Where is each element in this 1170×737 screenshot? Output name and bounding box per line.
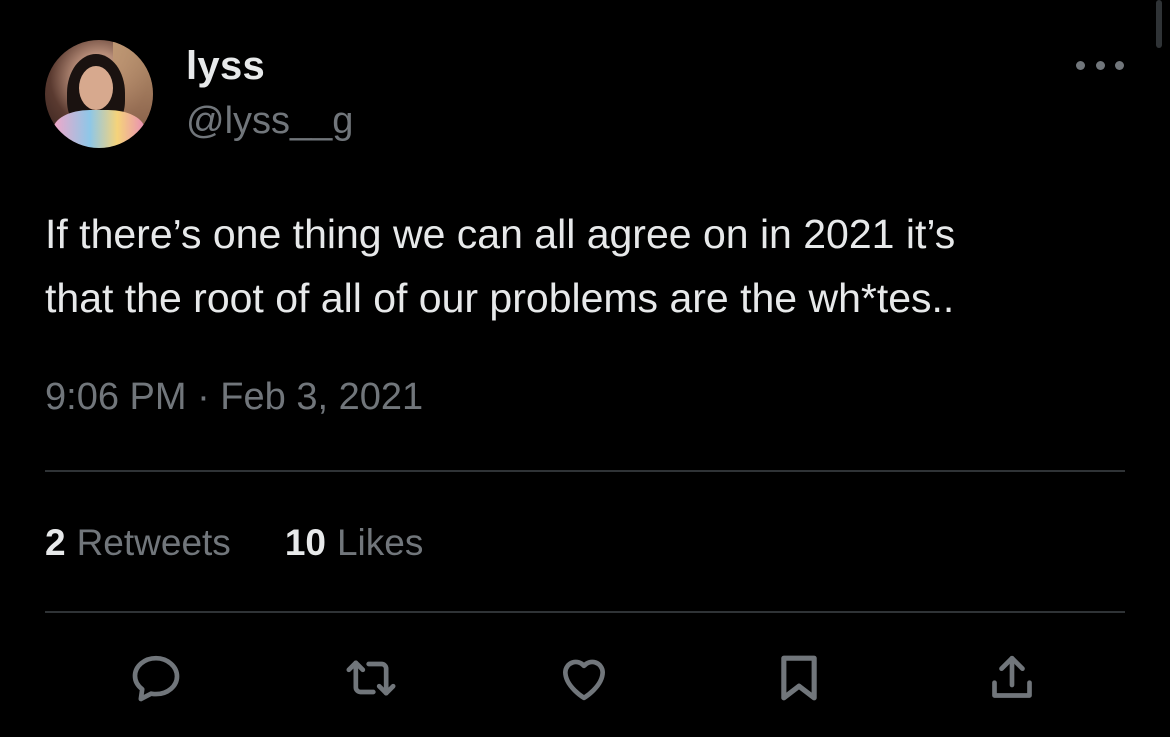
avatar[interactable] [45,40,153,148]
divider [45,611,1125,613]
avatar-shirt [53,110,145,148]
retweet-button[interactable] [341,648,401,708]
share-icon [992,655,1032,698]
tweet-text: If there’s one thing we can all agree on… [45,211,956,321]
more-dot [1115,60,1124,70]
reply-button[interactable] [126,648,186,708]
likes-stat[interactable]: 10 Likes [285,522,424,564]
more-dot [1095,60,1105,70]
scrollbar[interactable] [1156,0,1162,48]
reply-icon [132,655,180,702]
avatar-face [79,66,113,110]
bookmark-icon [781,655,817,701]
more-dot [1076,60,1085,70]
engagement-stats: 2 Retweets 10 Likes [45,522,477,564]
likes-count: 10 [284,522,326,563]
retweets-count: 2 [45,522,66,563]
like-button[interactable] [554,648,614,708]
share-button[interactable] [982,648,1042,708]
author-handle[interactable]: @lyss__g [186,100,353,143]
tweet-timestamp[interactable]: 9:06 PM · Feb 3, 2021 [45,376,423,419]
tweet-detail: lyss @lyss__g If there’s one thing we ca… [0,0,1170,737]
author-display-name[interactable]: lyss [186,44,265,89]
more-dots-icon[interactable] [1076,50,1124,80]
retweet-icon [346,660,396,696]
bookmark-button[interactable] [769,648,829,708]
likes-label: Likes [336,522,424,563]
retweets-stat[interactable]: 2 Retweets [45,522,231,564]
retweets-label: Retweets [76,522,231,563]
like-icon [563,659,605,701]
divider [45,470,1125,472]
